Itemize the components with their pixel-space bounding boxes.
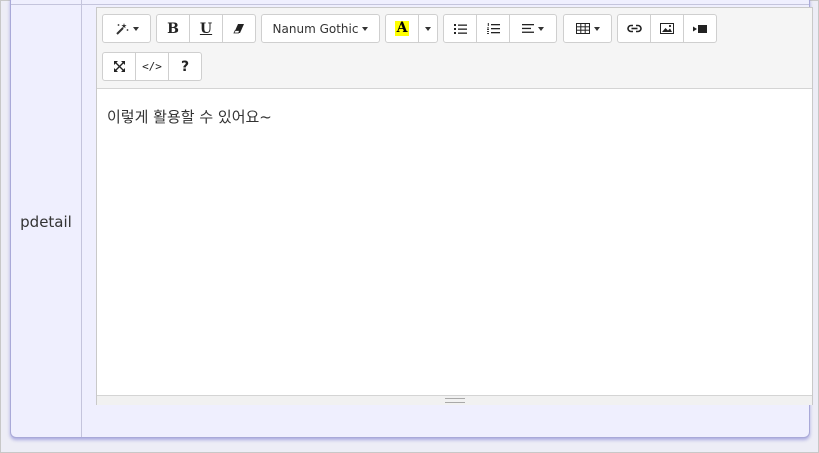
table-dropdown-button[interactable] — [563, 14, 612, 43]
link-button[interactable] — [617, 14, 651, 43]
font-style-group: B U — [156, 14, 256, 43]
magic-wand-icon — [115, 22, 129, 35]
editor-content-text[interactable]: 이렇게 활용할 수 있어요~ — [107, 106, 272, 127]
chevron-down-icon — [425, 26, 431, 31]
form-panel: pdetail B U Nanum Gothic A </> ? 이렇게 활용할… — [10, 0, 813, 438]
editor-statusbar — [97, 395, 812, 405]
color-dropdown-button[interactable] — [418, 14, 438, 43]
label-column: pdetail — [11, 0, 82, 437]
bullet-list-icon — [453, 23, 467, 34]
ordered-list-button[interactable] — [476, 14, 510, 43]
paragraph-group — [443, 14, 557, 43]
underline-icon: U — [199, 20, 213, 37]
fullscreen-button[interactable] — [102, 52, 136, 81]
font-name-label: Nanum Gothic — [272, 21, 359, 36]
numbered-list-icon — [486, 23, 500, 34]
bold-icon: B — [167, 20, 179, 37]
font-name-group: Nanum Gothic — [261, 14, 380, 43]
paragraph-align-dropdown[interactable] — [509, 14, 557, 43]
codeview-button[interactable]: </> — [135, 52, 169, 81]
chevron-down-icon — [538, 26, 544, 31]
text-color-icon: A — [394, 20, 410, 36]
editor-content-area[interactable]: 이렇게 활용할 수 있어요~ — [97, 89, 812, 395]
image-icon — [660, 23, 674, 34]
resize-handle[interactable] — [445, 398, 465, 403]
video-icon — [693, 24, 707, 33]
table-icon — [575, 23, 590, 34]
table-group — [563, 14, 612, 43]
rich-text-editor: B U Nanum Gothic A </> ? 이렇게 활용할 수 있어요~ — [96, 7, 813, 405]
code-icon: </> — [142, 60, 162, 73]
expand-icon — [113, 61, 125, 72]
help-button[interactable]: ? — [168, 52, 202, 81]
page-frame: pdetail B U Nanum Gothic A </> ? 이렇게 활용할… — [0, 0, 819, 453]
unordered-list-button[interactable] — [443, 14, 477, 43]
field-label: pdetail — [20, 213, 72, 231]
style-dropdown-button[interactable] — [102, 14, 151, 43]
color-group: A — [385, 14, 438, 43]
question-icon: ? — [180, 58, 190, 75]
chevron-down-icon — [362, 26, 369, 31]
chevron-down-icon — [132, 26, 139, 31]
view-group: </> ? — [102, 52, 202, 81]
editor-toolbar: B U Nanum Gothic A </> ? — [97, 8, 812, 89]
insert-group — [617, 14, 717, 43]
font-name-dropdown[interactable]: Nanum Gothic — [261, 14, 380, 43]
bold-button[interactable]: B — [156, 14, 190, 43]
clear-format-button[interactable] — [222, 14, 256, 43]
eraser-icon — [233, 23, 245, 34]
text-color-button[interactable]: A — [385, 14, 419, 43]
align-left-icon — [522, 24, 534, 33]
underline-button[interactable]: U — [189, 14, 223, 43]
link-icon — [626, 24, 642, 33]
picture-button[interactable] — [650, 14, 684, 43]
style-group — [102, 14, 151, 43]
chevron-down-icon — [593, 26, 600, 31]
video-button[interactable] — [683, 14, 717, 43]
row-divider — [11, 4, 809, 5]
